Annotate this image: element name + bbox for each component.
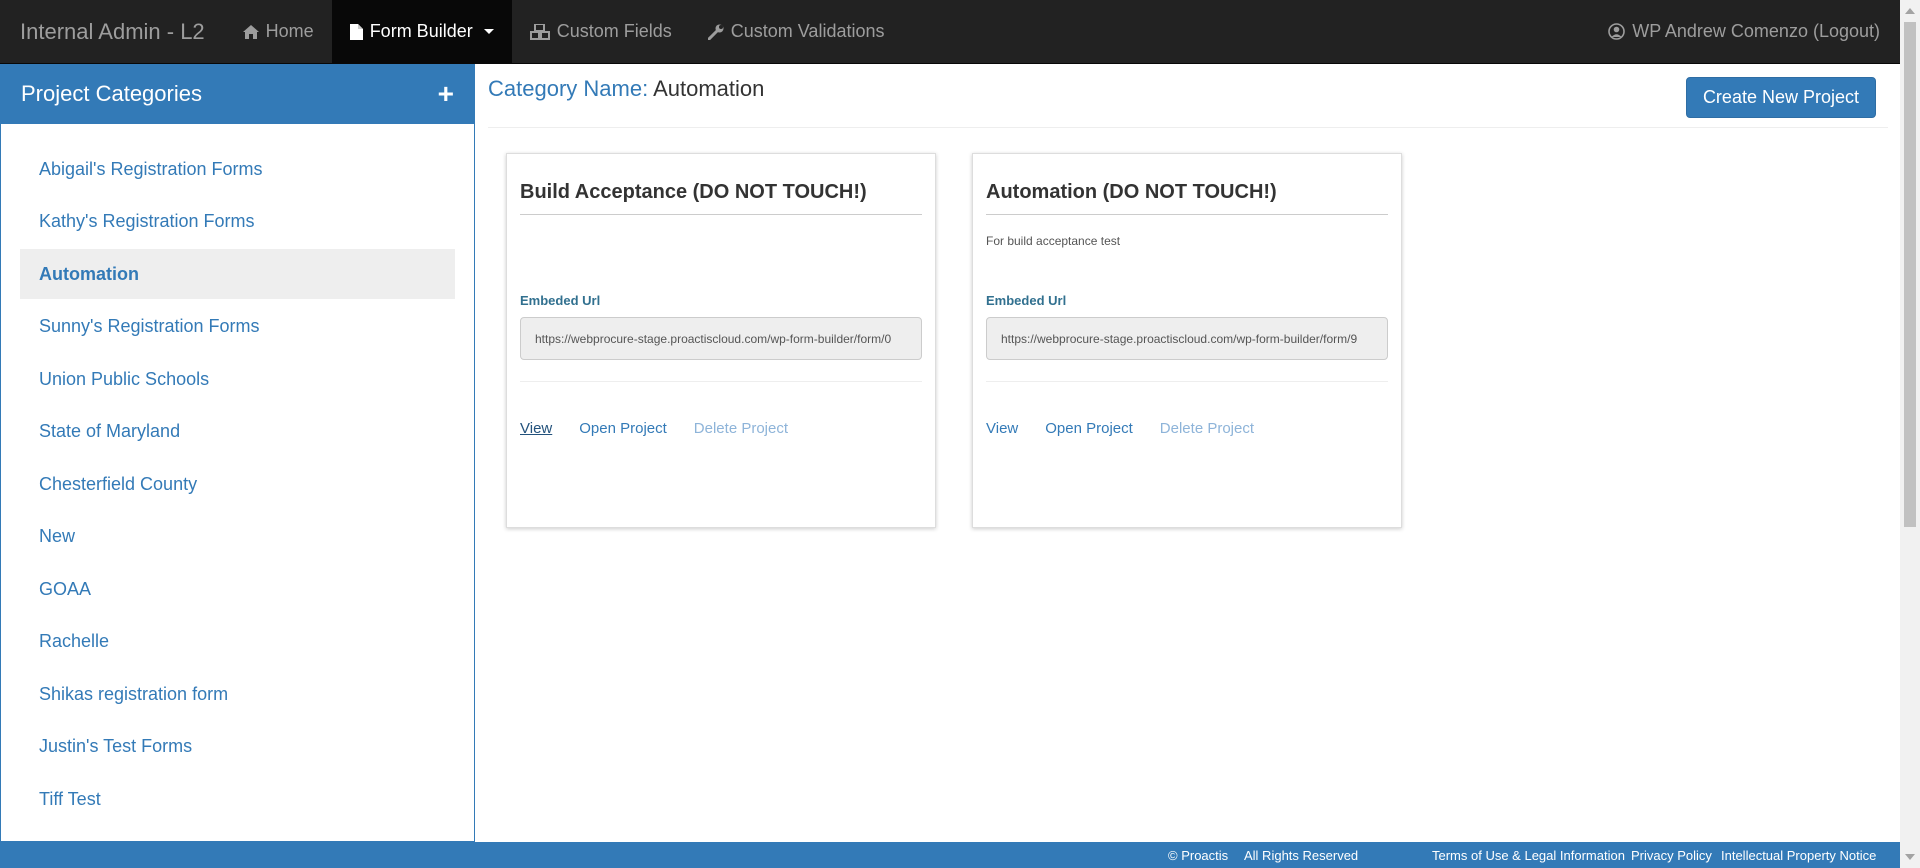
open-project-link[interactable]: Open Project (579, 420, 667, 437)
main-content: Category Name: Automation Create New Pro… (475, 64, 1900, 842)
category-name-label: Category Name: (488, 76, 649, 101)
delete-project-link[interactable]: Delete Project (694, 420, 788, 437)
nav-custom-fields[interactable]: Custom Fields (512, 0, 690, 64)
category-item[interactable]: Shikas registration form (20, 669, 455, 719)
category-name-value: Automation (653, 76, 765, 101)
scroll-up-icon[interactable] (1905, 8, 1915, 14)
create-new-project-button[interactable]: Create New Project (1685, 77, 1876, 118)
top-navbar: Internal Admin - L2 Home Form Builder Cu… (0, 0, 1900, 64)
open-project-link[interactable]: Open Project (1045, 420, 1133, 437)
project-description: For build acceptance test (986, 234, 1121, 248)
page-footer: © Proactis All Rights Reserved Terms of … (0, 842, 1900, 868)
user-name-label: WP Andrew Comenzo (Logout) (1632, 21, 1880, 41)
delete-project-link[interactable]: Delete Project (1160, 420, 1254, 437)
nav-home-label: Home (265, 21, 314, 41)
nav-form-builder[interactable]: Form Builder (331, 0, 512, 64)
chevron-down-icon (483, 29, 494, 34)
app-brand[interactable]: Internal Admin - L2 (0, 0, 225, 64)
card-divider (986, 381, 1388, 382)
category-header: Category Name: Automation Create New Pro… (488, 64, 1888, 128)
category-item-active[interactable]: Automation (20, 249, 455, 299)
category-item[interactable]: Tiff Test (20, 774, 455, 824)
footer-rights: All Rights Reserved (1244, 848, 1359, 863)
category-item[interactable]: State of Maryland (20, 407, 455, 457)
project-title: Automation (DO NOT TOUCH!) (986, 181, 1388, 215)
view-link[interactable]: View (520, 420, 552, 437)
sidebar-header: Project Categories + (1, 64, 474, 124)
file-icon (349, 23, 363, 40)
project-card: Build Acceptance (DO NOT TOUCH!) Embeded… (506, 153, 936, 528)
cubes-icon (529, 23, 550, 40)
nav-custom-fields-label: Custom Fields (556, 21, 672, 41)
category-item[interactable]: Abigail's Registration Forms (20, 144, 455, 194)
card-actions: View Open Project Delete Project (520, 420, 788, 437)
project-categories-panel: Project Categories + Abigail's Registrat… (0, 64, 475, 842)
footer-ip-link[interactable]: Intellectual Property Notice (1721, 848, 1876, 863)
category-item[interactable]: Justin's Test Forms (20, 722, 455, 772)
nav-custom-validations[interactable]: Custom Validations (690, 0, 903, 64)
card-actions: View Open Project Delete Project (986, 420, 1254, 437)
category-title: Category Name: Automation (488, 76, 764, 102)
wrench-icon (707, 24, 724, 40)
embed-url-field[interactable]: https://webprocure-stage.proactiscloud.c… (520, 317, 922, 360)
plus-icon[interactable]: + (438, 80, 454, 108)
embed-url-field[interactable]: https://webprocure-stage.proactiscloud.c… (986, 317, 1388, 360)
nav-home[interactable]: Home (225, 0, 332, 64)
embed-url-label: Embeded Url (520, 293, 601, 308)
sidebar-title: Project Categories (21, 81, 202, 106)
category-item[interactable]: GOAA (20, 564, 455, 614)
footer-privacy-link[interactable]: Privacy Policy (1631, 848, 1712, 863)
embed-url-label: Embeded Url (986, 293, 1067, 308)
footer-terms-link[interactable]: Terms of Use & Legal Information (1432, 848, 1625, 863)
user-circle-icon (1608, 23, 1626, 40)
category-list: Abigail's Registration Forms Kathy's Reg… (1, 124, 474, 824)
project-title: Build Acceptance (DO NOT TOUCH!) (520, 181, 922, 215)
category-item[interactable]: New (20, 512, 455, 562)
category-item[interactable]: Sunny's Registration Forms (20, 302, 455, 352)
nav-custom-validations-label: Custom Validations (730, 21, 885, 41)
project-card: Automation (DO NOT TOUCH!) For build acc… (972, 153, 1402, 528)
nav-form-builder-label: Form Builder (369, 21, 473, 41)
card-divider (520, 381, 922, 382)
scroll-down-icon[interactable] (1905, 854, 1915, 860)
category-item[interactable]: Kathy's Registration Forms (20, 197, 455, 247)
scroll-thumb[interactable] (1904, 22, 1916, 527)
category-item[interactable]: Rachelle (20, 617, 455, 667)
footer-copyright: © Proactis (1168, 848, 1229, 863)
home-icon (242, 24, 259, 39)
category-item[interactable]: Chesterfield County (20, 459, 455, 509)
category-item[interactable]: Union Public Schools (20, 354, 455, 404)
user-logout-link[interactable]: WP Andrew Comenzo (Logout) (1590, 0, 1900, 64)
view-link[interactable]: View (986, 420, 1018, 437)
page-scrollbar[interactable] (1900, 0, 1920, 868)
